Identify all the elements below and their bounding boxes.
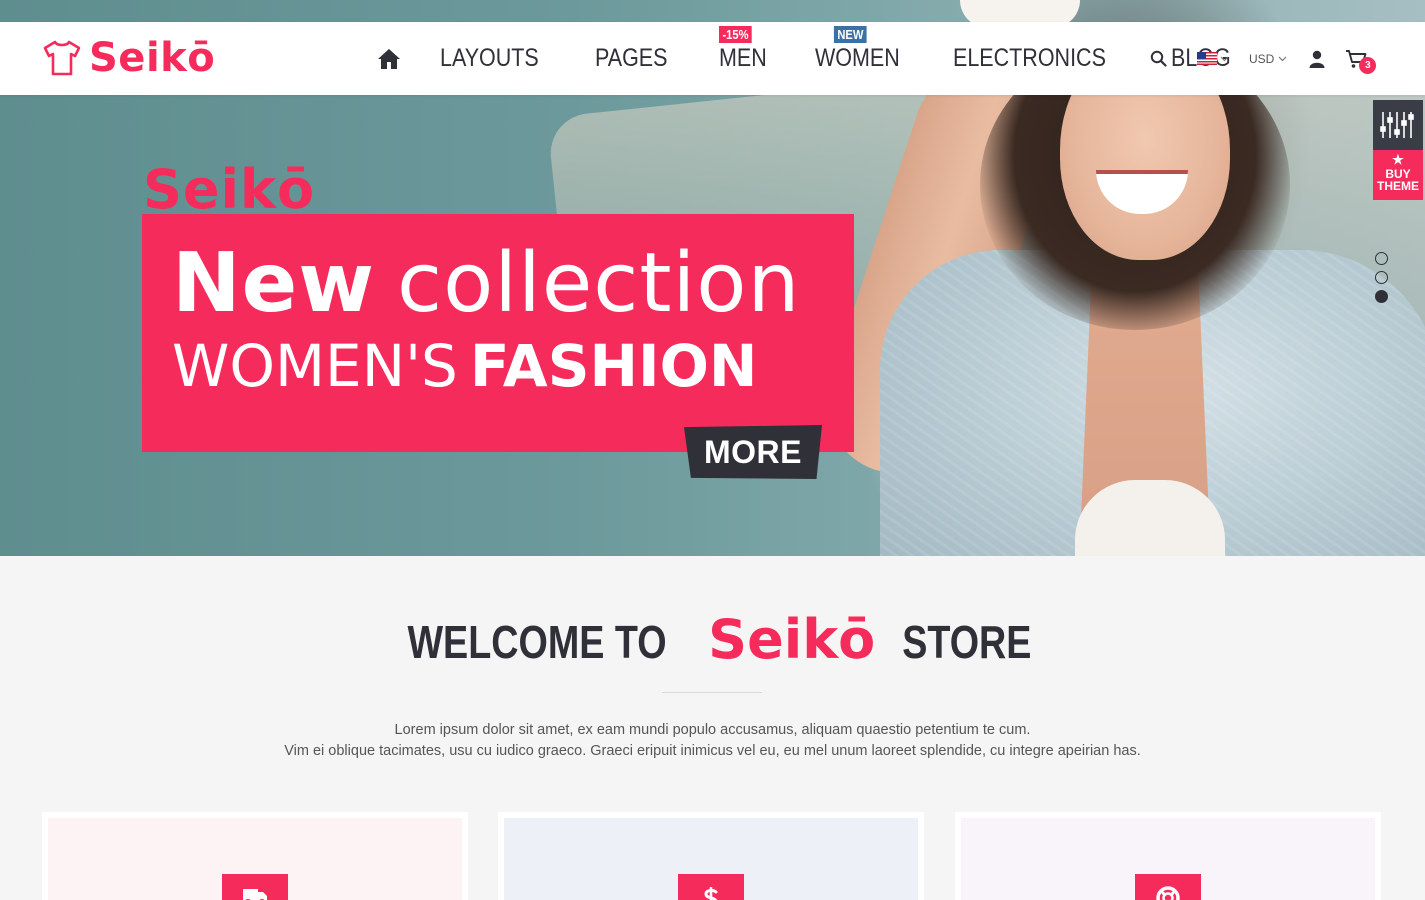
feature-card-support[interactable] [955, 812, 1381, 900]
currency-label: USD [1249, 51, 1275, 66]
buy-theme-label-2: THEME [1377, 179, 1419, 193]
cart-count-badge: 3 [1359, 56, 1377, 74]
feature-icon-box [222, 874, 288, 900]
hero-headline-thin: collection [397, 236, 801, 331]
customizer-button[interactable] [1373, 100, 1423, 150]
tshirt-icon [43, 40, 81, 76]
hero-headline-bold: New [172, 236, 375, 331]
nav-item-layouts[interactable]: LAYOUTS [440, 22, 539, 95]
star-icon: ★ [1392, 152, 1404, 167]
chevron-down-icon [1278, 56, 1287, 61]
user-icon [1309, 50, 1325, 68]
feature-cards [42, 812, 1382, 900]
nav-item-label: ELECTRONICS [953, 44, 1107, 72]
language-selector[interactable] [1197, 52, 1229, 65]
site-header: Seikō LAYOUTS PAGES -15% MEN NEW WOMEN E… [0, 22, 1425, 95]
site-logo[interactable]: Seikō [43, 36, 215, 80]
feature-card-inner [48, 818, 462, 900]
feature-card-inner [504, 818, 918, 900]
slider-dot-2[interactable] [1375, 271, 1388, 284]
nav-item-men[interactable]: -15% MEN [719, 22, 767, 95]
feature-card-inner [961, 818, 1375, 900]
more-button[interactable]: MORE [684, 425, 822, 479]
nav-home[interactable] [376, 22, 402, 95]
nav-item-electronics[interactable]: ELECTRONICS [953, 22, 1106, 95]
chevron-down-icon [1220, 56, 1229, 61]
feature-card-shipping[interactable] [42, 812, 468, 900]
welcome-title-suffix: STORE [902, 616, 1032, 668]
welcome-description: Lorem ipsum dolor sit amet, ex eam mundi… [0, 720, 1425, 762]
slider-dot-3[interactable] [1375, 290, 1388, 303]
dollar-icon [704, 887, 718, 900]
header-tools: USD 3 [1150, 22, 1377, 95]
new-badge: NEW [833, 26, 867, 43]
sale-badge: -15% [719, 26, 753, 43]
welcome-section: WELCOME TO Seikō STORE Lorem ipsum dolor… [0, 556, 1425, 900]
nav-item-label: LAYOUTS [440, 44, 539, 72]
delivery-truck-icon [243, 889, 267, 900]
hero-headline: New collection [172, 236, 800, 331]
slider-dot-1[interactable] [1375, 252, 1388, 265]
feature-icon-box [678, 874, 744, 900]
cart-button[interactable]: 3 [1345, 49, 1377, 74]
site-logo-text: Seikō [89, 35, 216, 81]
search-icon [1150, 50, 1167, 67]
nav-item-pages[interactable]: PAGES [595, 22, 667, 95]
currency-selector[interactable]: USD [1249, 52, 1287, 66]
slider-pagination [1375, 252, 1389, 309]
nav-item-label: MEN [719, 44, 767, 72]
sliders-icon [1380, 112, 1414, 138]
welcome-title-brand: Seikō [708, 608, 876, 671]
hero-subheadline: WOMEN'S FASHION [172, 332, 757, 400]
search-button[interactable] [1150, 50, 1167, 67]
main-nav: LAYOUTS PAGES -15% MEN NEW WOMEN ELECTRO… [376, 22, 1281, 95]
hero-subheadline-thin: WOMEN'S [172, 332, 458, 400]
feature-icon-box [1135, 874, 1201, 900]
welcome-title: WELCOME TO Seikō STORE [0, 608, 1425, 671]
us-flag-icon [1197, 52, 1217, 65]
hero-brand-logo: Seikō [143, 158, 316, 221]
hero-caption-box: New collection WOMEN'S FASHION [142, 214, 854, 452]
hero-subheadline-bold: FASHION [469, 332, 758, 400]
title-divider [662, 692, 762, 693]
nav-item-label: PAGES [594, 44, 668, 72]
nav-item-label: WOMEN [814, 44, 900, 72]
nav-item-women[interactable]: NEW WOMEN [815, 22, 900, 95]
side-tools: ★ BUY THEME [1373, 100, 1423, 200]
account-button[interactable] [1309, 50, 1325, 68]
welcome-text-line-2: Vim ei oblique tacimates, usu cu iudico … [284, 743, 1141, 759]
lifebuoy-icon [1156, 886, 1180, 900]
home-icon [378, 48, 400, 69]
welcome-title-prefix: WELCOME TO [407, 616, 667, 668]
buy-theme-button[interactable]: ★ BUY THEME [1373, 150, 1423, 200]
welcome-text-line-1: Lorem ipsum dolor sit amet, ex eam mundi… [394, 722, 1031, 738]
feature-card-payment[interactable] [498, 812, 924, 900]
